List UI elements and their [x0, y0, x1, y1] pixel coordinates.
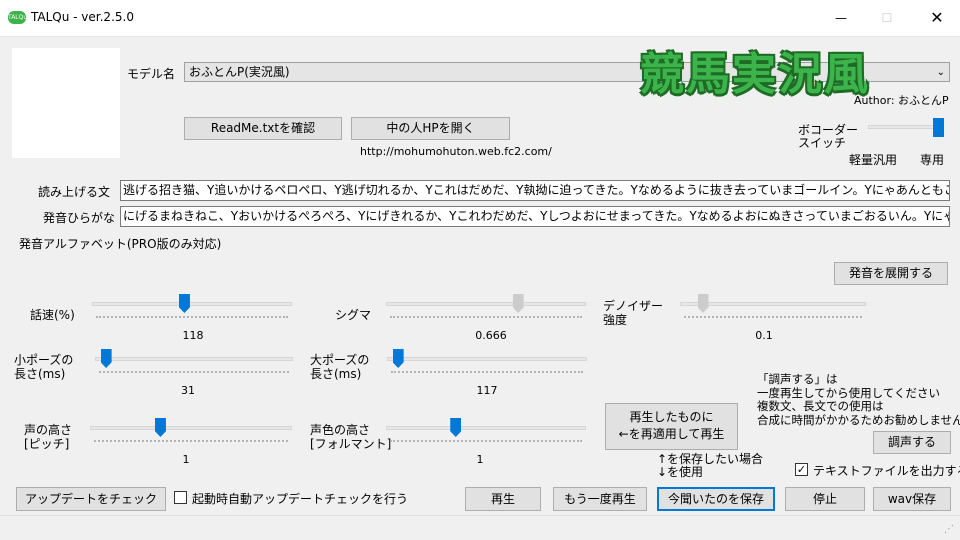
model-select-value: おふとんP(実況風) — [189, 65, 290, 79]
resize-grip-icon[interactable]: ⋰ — [944, 524, 954, 535]
status-bar — [0, 515, 960, 540]
large-pause-value: 117 — [476, 384, 498, 397]
pitch-thumb[interactable] — [154, 418, 166, 437]
speed-label: 話速(%) — [30, 308, 75, 322]
window-title: TALQu - ver.2.5.0 — [31, 10, 134, 24]
formant-track[interactable] — [386, 426, 586, 430]
check-update-button[interactable]: アップデートをチェック — [16, 487, 166, 511]
adjust-voice-button[interactable]: 調声する — [873, 431, 951, 454]
hiragana-label: 発音ひらがな — [43, 211, 116, 225]
reapply-play-button[interactable]: 再生したものに ←を再適用して再生 — [605, 403, 738, 450]
replay-button[interactable]: もう一度再生 — [553, 487, 647, 511]
small-pause-track[interactable] — [95, 357, 293, 361]
overlay-title: 競馬実況風 — [640, 49, 870, 100]
minimize-button[interactable]: — — [818, 0, 864, 36]
sigma-thumb[interactable] — [512, 294, 524, 313]
play-button[interactable]: 再生 — [465, 487, 541, 511]
small-pause-ticks — [99, 371, 289, 374]
sigma-ticks — [390, 316, 582, 319]
formant-label: 声色の高さ [フォルマント] — [310, 423, 392, 451]
formant-value: 1 — [476, 453, 484, 466]
alphabet-label: 発音アルファベット(PRO版のみ対応) — [19, 237, 222, 251]
pitch-value: 1 — [182, 453, 190, 466]
speed-thumb[interactable] — [178, 294, 190, 313]
character-image — [12, 48, 120, 158]
readme-button[interactable]: ReadMe.txtを確認 — [184, 117, 342, 140]
denoiser-value: 0.1 — [755, 329, 773, 342]
model-author: Author: おふとんP — [854, 94, 949, 107]
expand-pronunciation-button[interactable]: 発音を展開する — [834, 262, 948, 285]
pitch-label: 声の高さ [ピッチ] — [24, 423, 73, 451]
wav-save-button[interactable]: wav保存 — [873, 487, 951, 511]
chevron-down-icon: ⌄ — [936, 67, 945, 78]
adjust-note: 「調声する」は 一度再生してから使用してください 複数文、長文での使用は 合成に… — [757, 372, 960, 427]
small-pause-label: 小ポーズの 長さ(ms) — [14, 353, 74, 381]
close-button[interactable]: ✕ — [914, 0, 960, 36]
save-hint: ↑を保存したい場合 ↓を使用 — [657, 452, 764, 479]
model-label: モデル名 — [127, 67, 176, 81]
large-pause-track[interactable] — [387, 357, 587, 361]
formant-ticks — [390, 440, 582, 443]
large-pause-ticks — [391, 371, 583, 374]
homepage-url: http://mohumohuton.web.fc2.com/ — [360, 145, 552, 158]
denoiser-label: デノイザー 強度 — [603, 299, 664, 327]
stop-button[interactable]: 停止 — [785, 487, 865, 511]
app-icon: TALQu — [8, 11, 27, 24]
large-pause-label: 大ポーズの 長さ(ms) — [310, 353, 370, 381]
sigma-label: シグマ — [335, 308, 372, 322]
speed-track[interactable] — [92, 302, 292, 306]
vocoder-thumb[interactable] — [933, 118, 944, 137]
title-bar — [0, 0, 960, 36]
denoiser-ticks — [684, 316, 862, 319]
open-homepage-button[interactable]: 中の人HPを開く — [351, 117, 510, 140]
vocoder-option-dedicated: 専用 — [920, 153, 945, 167]
pitch-track[interactable] — [90, 426, 292, 430]
pitch-ticks — [94, 440, 288, 443]
divider — [0, 36, 960, 37]
save-heard-button[interactable]: 今聞いたのを保存 — [657, 487, 775, 511]
formant-thumb[interactable] — [450, 418, 462, 437]
hiragana-input[interactable]: にげるまねきねこ、Yおいかけるぺろぺろ、Yにげきれるか、Yこれわだめだ、Yしつよ… — [120, 206, 950, 227]
small-pause-thumb[interactable] — [100, 349, 112, 368]
large-pause-thumb[interactable] — [392, 349, 404, 368]
read-text-label: 読み上げる文 — [38, 185, 111, 199]
small-pause-value: 31 — [181, 384, 195, 397]
speed-ticks — [96, 316, 288, 319]
text-file-output-label: テキストファイルを出力する — [813, 464, 960, 478]
sigma-track[interactable] — [386, 302, 586, 306]
vocoder-label: ボコーダー スイッチ — [798, 123, 859, 150]
read-text-input[interactable]: 逃げる招き猫、Y追いかけるペロペロ、Y逃げ切れるか、Yこれはだめだ、Y執拗に迫っ… — [120, 180, 950, 201]
text-file-output-checkbox[interactable]: ✓ — [795, 463, 808, 476]
auto-update-label: 起動時自動アップデートチェックを行う — [192, 492, 409, 506]
denoiser-thumb[interactable] — [697, 294, 709, 313]
speed-value: 118 — [182, 329, 204, 342]
sigma-value: 0.666 — [475, 329, 507, 342]
maximize-button[interactable]: ☐ — [864, 0, 910, 36]
vocoder-option-light: 軽量汎用 — [849, 153, 898, 167]
auto-update-checkbox[interactable] — [174, 491, 187, 504]
